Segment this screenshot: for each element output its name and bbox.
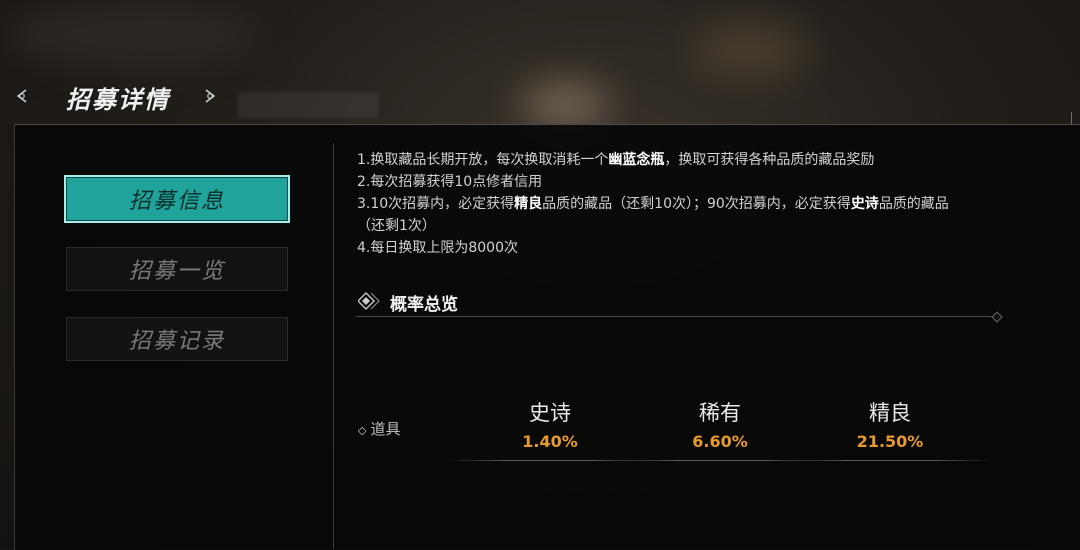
probability-rare: 稀有 6.60% <box>615 398 825 461</box>
recruit-rules: 1.换取藏品长期开放，每次换取消耗一个幽蓝念瓶，换取可获得各种品质的藏品奖励 2… <box>357 149 1057 259</box>
column-underline <box>785 460 995 461</box>
panel-divider <box>333 143 334 549</box>
sidebar-item-recruit-records[interactable]: 招募记录 <box>66 317 288 361</box>
background-blur <box>0 0 260 70</box>
diamond-icon <box>356 291 380 311</box>
rule-line-3-cont: （还剩1次） <box>357 218 436 234</box>
section-divider <box>356 316 998 317</box>
probability-epic: 史诗 1.40% <box>445 398 655 461</box>
background-lamp <box>520 80 610 130</box>
small-diamond-icon: ◇ <box>358 424 367 437</box>
sidebar-item-recruit-info[interactable]: 招募信息 <box>64 175 290 223</box>
quality-name: 稀有 <box>699 401 741 425</box>
quality-name: 精良 <box>869 401 911 425</box>
blurred-background-tab <box>238 92 378 118</box>
rule-line-3: 3.10次招募内，必定获得精良品质的藏品（还剩10次）；90次招募内，必定获得史… <box>357 196 949 212</box>
sidebar-item-recruit-overview[interactable]: 招募一览 <box>66 247 288 291</box>
quality-percent: 1.40% <box>522 432 578 451</box>
rule-line-1: 1.换取藏品长期开放，每次换取消耗一个幽蓝念瓶，换取可获得各种品质的藏品奖励 <box>357 152 875 168</box>
page-title: 招募详情 <box>66 85 170 114</box>
quality-percent: 21.50% <box>856 432 924 451</box>
quality-name: 史诗 <box>529 401 571 425</box>
background-light <box>690 20 810 80</box>
rule-line-4: 4.每日换取上限为8000次 <box>357 240 518 256</box>
row-label-items: ◇ 道具 <box>358 420 401 438</box>
quality-percent: 6.60% <box>692 432 748 451</box>
rule-line-2: 2.每次招募获得10点修者信用 <box>357 174 543 190</box>
probability-overview-title: 概率总览 <box>390 295 458 315</box>
probability-fine: 精良 21.50% <box>785 398 995 461</box>
back-ornament-icon[interactable] <box>12 86 32 106</box>
title-ornament-icon <box>200 86 220 106</box>
